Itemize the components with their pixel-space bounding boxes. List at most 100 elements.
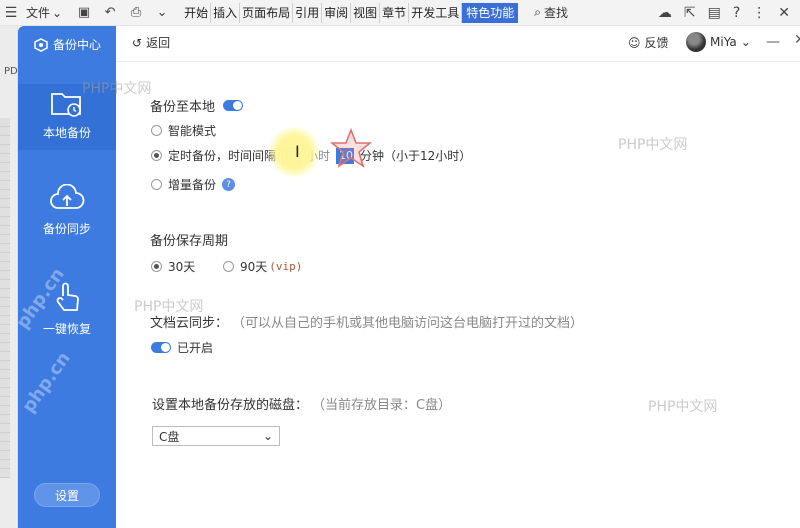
print-icon[interactable]: ⎙ xyxy=(126,5,146,20)
smart-mode-label: 智能模式 xyxy=(168,124,217,138)
cursor-highlight xyxy=(268,126,320,178)
tab-section[interactable]: 章节 xyxy=(380,2,410,23)
sidebar-item-label: 一键恢复 xyxy=(42,322,91,336)
dialog-topbar: ↺ 返回 ☺ 反馈 MiYa ⌄ — ✕ xyxy=(116,26,800,62)
retention-90-radio[interactable] xyxy=(223,261,234,272)
star-annotation-icon xyxy=(330,128,372,168)
backup-local-header: 备份至本地 xyxy=(150,96,244,115)
file-menu-label: 文件 xyxy=(26,6,51,20)
help-icon[interactable]: ? xyxy=(222,178,236,191)
quick-access-bar: ▣ ↶ ⎙ ⌄ xyxy=(74,5,172,20)
ribbon-right-tools: ☁ ⇱ ▤ ? ⋮ ✕ xyxy=(658,5,800,21)
feedback-label: 反馈 xyxy=(644,36,669,50)
timed-backup-radio[interactable] xyxy=(151,150,162,161)
cloud-sync-toggle[interactable] xyxy=(151,342,171,353)
tab-developer[interactable]: 开发工具 xyxy=(409,2,463,23)
watermark-text: PHP中文网 xyxy=(618,137,688,153)
more-icon[interactable]: ⌄ xyxy=(152,5,172,20)
cloud-sync-status: 已开启 xyxy=(151,339,213,356)
undo-icon[interactable]: ↶ xyxy=(100,5,120,20)
watermark-text: PHP中文网 xyxy=(648,399,718,415)
close-icon[interactable]: ✕ xyxy=(794,32,800,48)
file-menu-button[interactable]: 文件 ⌄ xyxy=(22,4,66,21)
retention-title: 备份保存周期 xyxy=(150,234,229,249)
settings-label: 设置 xyxy=(54,488,79,503)
incremental-backup-label: 增量备份 xyxy=(168,178,217,192)
hamburger-menu-icon[interactable]: ☰ xyxy=(0,0,22,26)
cloud-upload-icon xyxy=(50,184,85,209)
back-arrow-icon: ↺ xyxy=(132,35,143,50)
avatar xyxy=(686,32,706,52)
incremental-backup-option[interactable]: 增量备份 ? xyxy=(151,176,236,193)
sidebar-item-label: 本地备份 xyxy=(42,126,91,140)
chat-bubble-icon: ☺ xyxy=(628,35,641,50)
tab-special-features[interactable]: 特色功能 xyxy=(462,2,519,23)
tab-view[interactable]: 视图 xyxy=(351,2,381,23)
search-icon: ⌕ xyxy=(534,5,541,19)
folder-clock-icon xyxy=(51,93,81,117)
timed-backup-label: 定时备份，时间间隔 xyxy=(168,149,277,163)
text-cursor-icon: I xyxy=(295,142,300,161)
settings-button[interactable]: 设置 xyxy=(34,483,100,507)
backup-sidebar: 备份中心 本地备份 备份同步 一键恢复 php.cn php.cn 设置 xyxy=(12,26,116,528)
search-button[interactable]: ⌕ 查找 xyxy=(534,4,568,21)
minutes-unit: 分钟（小于12小时） xyxy=(360,149,472,163)
sidebar-item-label: 备份同步 xyxy=(42,222,91,236)
hand-tap-icon xyxy=(56,282,79,311)
cloud-sync-status-label: 已开启 xyxy=(177,341,214,355)
sidebar-item-local-backup[interactable]: 本地备份 xyxy=(18,84,116,150)
cloud-icon[interactable]: ☁ xyxy=(658,5,672,21)
retention-90-option[interactable]: 90天 (vip) xyxy=(223,258,302,275)
backup-local-toggle[interactable] xyxy=(223,100,244,111)
share-icon[interactable]: ⇱ xyxy=(684,5,696,21)
disk-current-dir: （当前存放目录：C盘） xyxy=(312,398,452,413)
user-menu[interactable]: MiYa ⌄ xyxy=(686,32,751,52)
disk-select[interactable]: C盘 ⌄ xyxy=(152,426,280,446)
incremental-backup-radio[interactable] xyxy=(151,179,162,190)
backup-center-icon xyxy=(34,37,48,52)
sidebar-item-one-click-restore[interactable]: 一键恢复 xyxy=(18,280,116,337)
tab-home[interactable]: 开始 xyxy=(182,2,212,23)
help-icon[interactable]: ? xyxy=(733,5,740,21)
search-label: 查找 xyxy=(543,6,568,20)
sidebar-item-backup-sync[interactable]: 备份同步 xyxy=(18,184,116,237)
backup-center-brand: 备份中心 xyxy=(18,36,116,53)
feedback-button[interactable]: ☺ 反馈 xyxy=(628,34,669,51)
retention-30-radio[interactable] xyxy=(151,261,162,272)
watermark-rotated: php.cn xyxy=(18,348,75,417)
save-icon[interactable]: ▣ xyxy=(74,5,94,20)
backup-local-title: 备份至本地 xyxy=(150,100,216,115)
disk-title: 设置本地备份存放的磁盘： xyxy=(152,398,309,413)
smart-mode-radio[interactable] xyxy=(151,125,162,136)
disk-select-value: C盘 xyxy=(159,429,180,444)
user-name: MiYa xyxy=(710,35,737,49)
pdf-tab-label[interactable]: PD xyxy=(4,66,18,77)
calendar-icon[interactable]: ▤ xyxy=(708,5,721,21)
backup-center-title: 备份中心 xyxy=(52,38,101,52)
cloud-sync-header: 文档云同步： （可以从自己的手机或其他电脑访问这台电脑打开过的文档） xyxy=(150,312,583,331)
chevron-down-icon: ⌄ xyxy=(52,5,63,20)
ribbon-tabs: 开始 插入 页面布局 引用 审阅 视图 章节 开发工具 特色功能 xyxy=(182,2,519,23)
retention-30-option[interactable]: 30天 xyxy=(151,258,195,275)
tab-review[interactable]: 审阅 xyxy=(322,2,352,23)
backup-settings-panel: ↺ 返回 ☺ 反馈 MiYa ⌄ — ✕ 备份至本地 智能模式 定时备份，时间间… xyxy=(82,26,800,528)
cloud-sync-title: 文档云同步： xyxy=(150,316,229,331)
cloud-sync-description: （可以从自己的手机或其他电脑访问这台电脑打开过的文档） xyxy=(232,316,584,331)
window-close-icon[interactable]: ✕ xyxy=(778,5,790,21)
vip-badge: (vip) xyxy=(269,260,303,273)
smart-mode-option[interactable]: 智能模式 xyxy=(151,122,216,139)
tab-page-layout[interactable]: 页面布局 xyxy=(240,2,294,23)
retention-90-label: 90天 xyxy=(240,260,268,274)
tab-references[interactable]: 引用 xyxy=(293,2,323,23)
back-button[interactable]: ↺ 返回 xyxy=(132,34,170,51)
vertical-ruler xyxy=(0,118,10,478)
more-options-icon[interactable]: ⋮ xyxy=(752,5,766,21)
chevron-down-icon: ⌄ xyxy=(740,35,751,49)
retention-30-label: 30天 xyxy=(168,260,196,274)
ribbon-toolbar: ☰ 文件 ⌄ ▣ ↶ ⎙ ⌄ 开始 插入 页面布局 引用 审阅 视图 章节 开发… xyxy=(0,0,800,26)
minimize-icon[interactable]: — xyxy=(766,34,780,50)
tab-insert[interactable]: 插入 xyxy=(211,2,241,23)
disk-header: 设置本地备份存放的磁盘： （当前存放目录：C盘） xyxy=(152,394,451,413)
back-label: 返回 xyxy=(146,36,171,50)
chevron-down-icon: ⌄ xyxy=(262,429,273,443)
